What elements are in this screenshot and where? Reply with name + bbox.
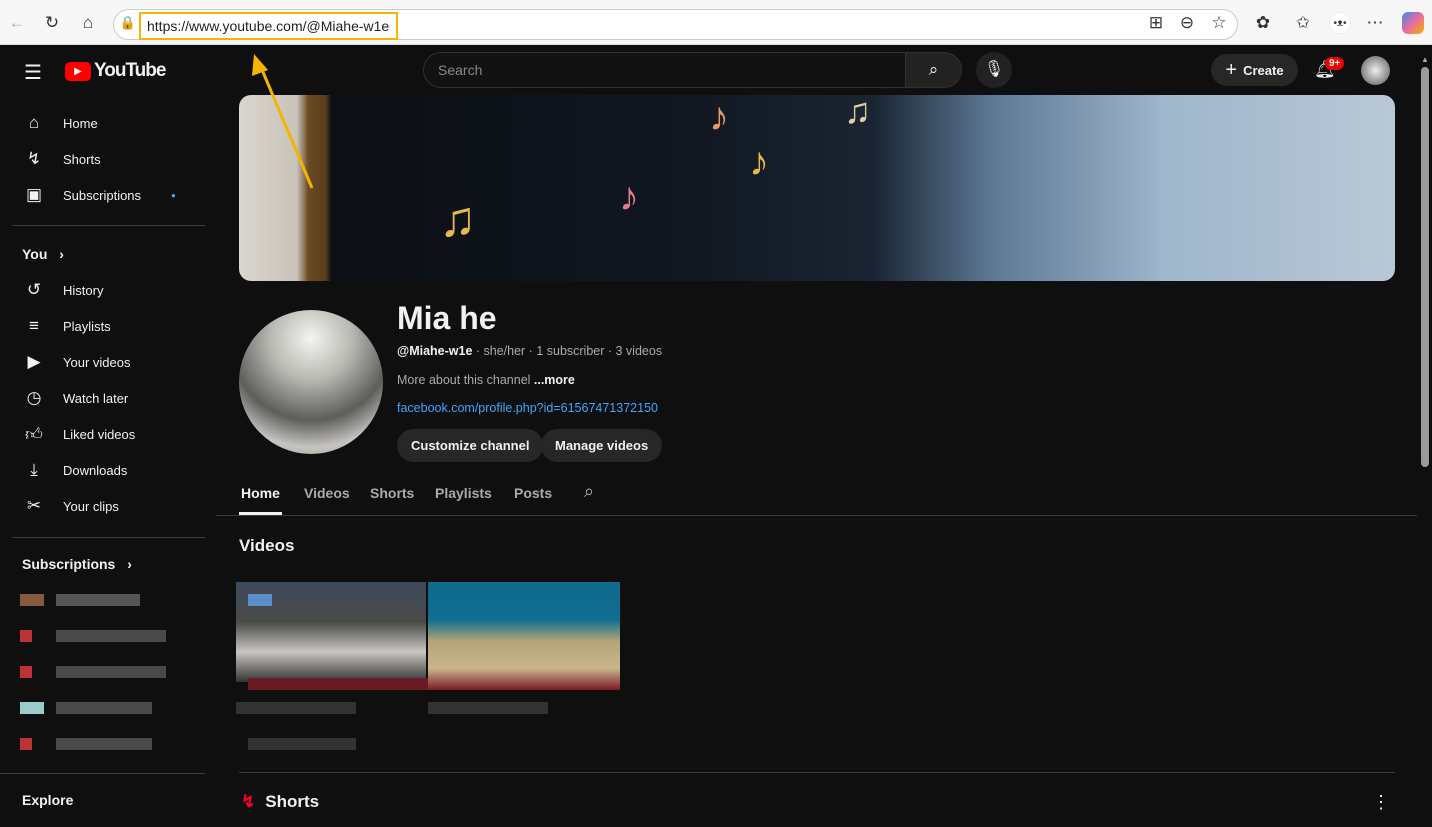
app-icon[interactable]: ⊞ bbox=[1145, 12, 1167, 34]
more-icon[interactable]: ⋯ bbox=[1364, 12, 1386, 34]
divider bbox=[0, 773, 205, 774]
shorts-section-header: ↯ Shorts bbox=[241, 792, 320, 811]
sidebar-item-your-clips[interactable]: ✂ Your clips bbox=[12, 488, 202, 524]
chevron-right-icon: › bbox=[59, 246, 64, 262]
channel-link[interactable]: facebook.com/profile.php?id=615674713721… bbox=[397, 401, 658, 415]
history-icon: ↺ bbox=[26, 280, 42, 299]
notification-badge: 9+ bbox=[1325, 57, 1345, 70]
home-icon[interactable]: ⌂ bbox=[77, 12, 99, 34]
customize-channel-button[interactable]: Customize channel bbox=[397, 429, 544, 462]
sidebar-item-playlists[interactable]: ≡ Playlists bbox=[12, 308, 202, 344]
microphone-icon: 🎙 bbox=[983, 61, 1005, 78]
lock-icon: 🔒 bbox=[119, 15, 137, 30]
avatar[interactable] bbox=[1361, 56, 1390, 85]
divider bbox=[216, 515, 1417, 516]
menu-icon[interactable]: ☰ bbox=[24, 60, 42, 85]
divider bbox=[12, 225, 205, 226]
channel-meta: @Miahe-w1e · she/her · 1 subscriber · 3 … bbox=[397, 344, 663, 358]
sidebar-item-subscriptions[interactable]: ▣ Subscriptions ● bbox=[12, 177, 202, 213]
chevron-right-icon: › bbox=[127, 556, 132, 572]
tab-videos[interactable]: Videos bbox=[304, 485, 350, 501]
music-note-icon: ♪ bbox=[709, 95, 729, 139]
annotation-arrow bbox=[252, 54, 314, 189]
subscriptions-icon: ▣ bbox=[25, 185, 43, 204]
music-note-icon: ♪ bbox=[619, 175, 639, 219]
search-input[interactable]: Search bbox=[423, 52, 906, 88]
scissors-icon: ✂ bbox=[26, 496, 42, 515]
favorite-star-icon[interactable]: ☆ bbox=[1208, 12, 1230, 34]
channel-avatar[interactable] bbox=[239, 310, 383, 454]
clock-icon: ◷ bbox=[26, 388, 42, 407]
profile-icon[interactable]: •ᴥ• bbox=[1329, 12, 1351, 34]
copilot-icon[interactable] bbox=[1402, 12, 1424, 34]
tab-playlists[interactable]: Playlists bbox=[435, 485, 492, 501]
sidebar-item-watch-later[interactable]: ◷ Watch later bbox=[12, 380, 202, 416]
playlists-icon: ≡ bbox=[29, 316, 39, 335]
divider bbox=[239, 772, 1395, 773]
sidebar-item-home[interactable]: ⌂ Home bbox=[12, 105, 202, 141]
explore-section-header: Explore bbox=[22, 792, 74, 808]
sidebar-item-liked-videos[interactable]: 👍︎ Liked videos bbox=[12, 416, 202, 452]
home-icon: ⌂ bbox=[28, 113, 40, 132]
sidebar-item-your-videos[interactable]: ▶ Your videos bbox=[12, 344, 202, 380]
your-videos-icon: ▶ bbox=[27, 352, 41, 371]
manage-videos-button[interactable]: Manage videos bbox=[541, 429, 663, 462]
zoom-out-icon[interactable]: ⊖ bbox=[1176, 12, 1198, 34]
back-icon[interactable]: ← bbox=[6, 12, 28, 34]
tab-shorts[interactable]: Shorts bbox=[370, 485, 414, 501]
music-note-icon: ♫ bbox=[844, 95, 871, 131]
shorts-icon: ↯ bbox=[26, 149, 42, 168]
favorites-icon[interactable]: ✩ bbox=[1292, 12, 1314, 34]
channel-handle: @Miahe-w1e bbox=[397, 344, 473, 358]
search-icon: ⌕ bbox=[928, 60, 939, 79]
channel-about[interactable]: More about this channel ...more bbox=[397, 373, 575, 387]
subscriptions-section-header[interactable]: Subscriptions › bbox=[22, 556, 132, 572]
sidebar-item-downloads[interactable]: ⤓ Downloads bbox=[12, 452, 202, 488]
thumbs-up-icon: 👍︎ bbox=[25, 424, 43, 444]
scroll-up-icon[interactable]: ▲ bbox=[1421, 55, 1429, 64]
shorts-icon: ↯ bbox=[241, 792, 256, 811]
download-icon: ⤓ bbox=[30, 460, 38, 479]
scrollbar-thumb[interactable] bbox=[1421, 67, 1429, 467]
scrollbar[interactable]: ▲ bbox=[1418, 45, 1432, 827]
create-button[interactable]: + Create bbox=[1211, 54, 1298, 86]
search-button[interactable]: ⌕ bbox=[905, 52, 962, 88]
voice-search-button[interactable]: 🎙 bbox=[976, 52, 1012, 88]
browser-toolbar: ← ↻ ⌂ 🔒 https://www.youtube.com/@Miahe-w… bbox=[0, 0, 1432, 45]
more-options-icon[interactable]: ⋮ bbox=[1372, 792, 1390, 813]
extensions-icon[interactable]: ✿ bbox=[1252, 12, 1274, 34]
search-channel-icon[interactable]: ⌕ bbox=[584, 481, 594, 502]
music-note-icon: ♪ bbox=[749, 140, 769, 184]
divider bbox=[12, 537, 205, 538]
music-note-icon: ♫ bbox=[439, 191, 477, 247]
tab-home[interactable]: Home bbox=[241, 485, 280, 501]
channel-name: Mia he bbox=[397, 300, 497, 336]
sidebar-item-history[interactable]: ↺ History bbox=[12, 272, 202, 308]
url-input[interactable]: https://www.youtube.com/@Miahe-w1e bbox=[139, 12, 398, 40]
subscriptions-list-blurred[interactable] bbox=[20, 582, 190, 767]
tab-posts[interactable]: Posts bbox=[514, 485, 552, 501]
channel-banner: ♫ ♪ ♪ ♪ ♫ bbox=[239, 95, 1395, 281]
videos-section-title: Videos bbox=[239, 536, 295, 555]
plus-icon: + bbox=[1225, 58, 1238, 81]
youtube-logo[interactable]: ▶ YouTube bbox=[65, 60, 166, 82]
more-link[interactable]: ...more bbox=[534, 373, 575, 387]
youtube-play-icon: ▶ bbox=[65, 61, 91, 81]
refresh-icon[interactable]: ↻ bbox=[41, 12, 63, 34]
you-section-header[interactable]: You › bbox=[22, 246, 64, 262]
new-content-dot: ● bbox=[171, 190, 176, 200]
video-thumbnails-blurred[interactable] bbox=[236, 570, 620, 750]
sidebar-item-shorts[interactable]: ↯ Shorts bbox=[12, 141, 202, 177]
